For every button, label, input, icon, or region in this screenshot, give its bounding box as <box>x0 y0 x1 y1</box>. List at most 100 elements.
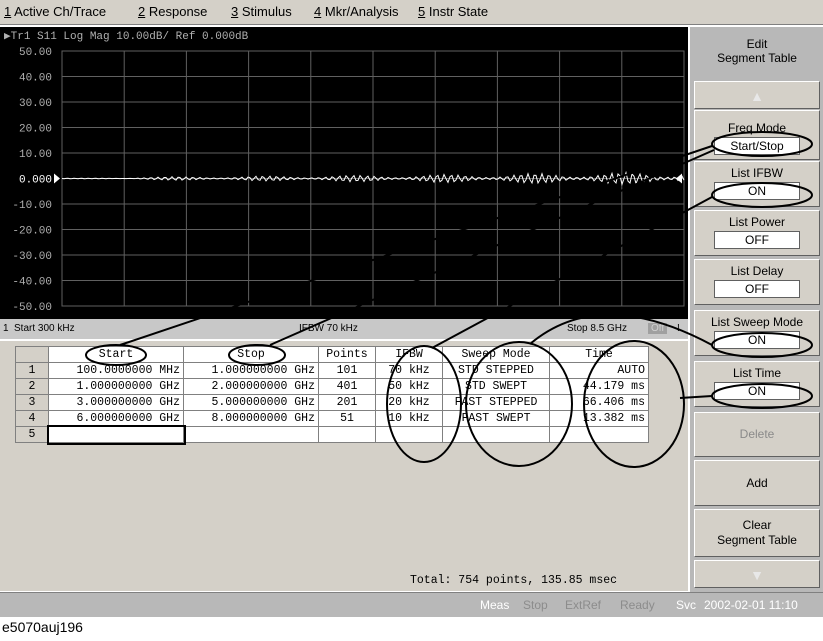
row-number: 2 <box>15 378 49 395</box>
cell-stop[interactable] <box>183 426 319 443</box>
row-number: 4 <box>15 410 49 427</box>
y-axis-tick-label: -20.00 <box>12 226 52 238</box>
freq-mode-label: Freq Mode <box>727 121 787 135</box>
instrument-status-bar: Meas Stop ExtRef Ready Svc 2002-02-01 11… <box>0 592 823 617</box>
cell-ifbw[interactable] <box>375 426 443 443</box>
channel-status-bar: 1 Start 300 kHz IFBW 70 kHz Stop 8.5 GHz… <box>0 319 688 339</box>
channel-number: 1 <box>3 323 9 334</box>
list-time-key[interactable]: List Time ON <box>694 361 820 407</box>
datetime: 2002-02-01 11:10 <box>704 598 798 612</box>
cell-ifbw[interactable]: 70 kHz <box>375 362 443 379</box>
triangle-up-icon: ▲ <box>750 88 764 104</box>
cell-start[interactable]: 6.000000000 GHz <box>48 410 184 427</box>
cell-points[interactable] <box>318 426 376 443</box>
list-delay-key[interactable]: List Delay OFF <box>694 259 820 305</box>
add-label: Add <box>746 476 768 490</box>
cell-sweep-mode[interactable]: STD SWEPT <box>442 378 550 395</box>
cell-time[interactable]: 13.382 ms <box>549 410 649 427</box>
off-indicator: Off <box>648 323 668 334</box>
cell-start[interactable]: 1.000000000 GHz <box>48 378 184 395</box>
list-time-value: ON <box>714 382 800 400</box>
cell-start[interactable]: 3.000000000 GHz <box>48 394 184 411</box>
cell-stop[interactable]: 1.000000000 GHz <box>183 362 319 379</box>
clear-label-line2: Segment Table <box>717 533 797 547</box>
trace-display: ▶Tr1 S11 Log Mag 10.00dB/ Ref 0.000dB 50… <box>0 27 688 319</box>
list-sweep-mode-key[interactable]: List Sweep Mode ON <box>694 310 820 356</box>
scroll-down-button[interactable]: ▼ <box>694 560 820 588</box>
cell-ifbw[interactable]: 10 kHz <box>375 410 443 427</box>
y-axis-tick-label: 40.00 <box>19 73 52 85</box>
y-axis-tick-label: 30.00 <box>19 98 52 110</box>
softkey-title: Edit Segment Table <box>694 29 820 79</box>
cell-ifbw[interactable]: 50 kHz <box>375 378 443 395</box>
menu-active-ch-trace[interactable]: 1 Active Ch/Trace <box>4 4 106 19</box>
segment-table-panel: Start Stop Points IFBW Sweep Mode Time 1… <box>0 341 688 591</box>
add-key[interactable]: Add <box>694 460 820 506</box>
cell-time[interactable]: 44.179 ms <box>549 378 649 395</box>
trace-plot: ▶Tr1 S11 Log Mag 10.00dB/ Ref 0.000dB 50… <box>4 31 685 314</box>
figure-caption: e5070auj196 <box>2 619 83 635</box>
menu-mkr-analysis[interactable]: 4 Mkr/Analysis <box>314 4 399 19</box>
cell-sweep-mode[interactable]: STD STEPPED <box>442 362 550 379</box>
list-ifbw-label: List IFBW <box>730 166 783 180</box>
list-ifbw-key[interactable]: List IFBW ON <box>694 161 820 207</box>
trace-header: ▶Tr1 S11 Log Mag 10.00dB/ Ref 0.000dB <box>4 31 249 43</box>
table-row[interactable]: 4 6.000000000 GHz 8.000000000 GHz 51 10 kHz F… <box>15 410 649 427</box>
meas-indicator: Meas <box>480 598 510 612</box>
list-time-label: List Time <box>732 366 781 380</box>
header-stop[interactable]: Stop <box>183 346 319 363</box>
list-power-key[interactable]: List Power OFF <box>694 210 820 256</box>
y-axis-tick-label: 50.00 <box>19 47 52 59</box>
cell-points[interactable]: 51 <box>318 410 376 427</box>
cell-stop[interactable]: 5.000000000 GHz <box>183 394 319 411</box>
cell-points[interactable]: 401 <box>318 378 376 395</box>
scroll-up-button[interactable]: ▲ <box>694 81 820 109</box>
softkey-panel: Edit Segment Table ▲ Freq Mode Start/Sto… <box>690 27 823 592</box>
cell-ifbw[interactable]: 20 kHz <box>375 394 443 411</box>
cell-sweep-mode[interactable]: FAST SWEPT <box>442 410 550 427</box>
header-start[interactable]: Start <box>48 346 184 363</box>
header-points[interactable]: Points <box>318 346 376 363</box>
freq-mode-value: Start/Stop <box>714 137 800 155</box>
row-number: 5 <box>15 426 49 443</box>
cell-points[interactable]: 101 <box>318 362 376 379</box>
cell-points[interactable]: 201 <box>318 394 376 411</box>
cell-time[interactable] <box>549 426 649 443</box>
extref-indicator: ExtRef <box>565 598 602 612</box>
row-number: 1 <box>15 362 49 379</box>
cell-time[interactable]: AUTO <box>549 362 649 379</box>
svc-indicator: Svc <box>676 598 697 612</box>
cell-stop[interactable]: 2.000000000 GHz <box>183 378 319 395</box>
header-sweep-mode[interactable]: Sweep Mode <box>442 346 550 363</box>
start-frequency: Start 300 kHz <box>14 323 75 334</box>
menu-instr-state[interactable]: 5 Instr State <box>418 4 488 19</box>
cell-sweep-mode[interactable] <box>442 426 550 443</box>
cell-sweep-mode[interactable]: FAST STEPPED <box>442 394 550 411</box>
list-ifbw-value: ON <box>714 182 800 200</box>
menu-bar: 1 Active Ch/Trace 2 Response 3 Stimulus … <box>0 0 823 25</box>
segment-table: Start Stop Points IFBW Sweep Mode Time 1… <box>15 346 649 445</box>
table-row[interactable]: 5 <box>15 424 649 445</box>
y-axis-tick-label: -30.00 <box>12 251 52 263</box>
clear-segment-table-key[interactable]: Clear Segment Table <box>694 509 820 557</box>
table-row[interactable]: 3 3.000000000 GHz 5.000000000 GHz 201 20 kHz… <box>15 394 649 411</box>
menu-stimulus[interactable]: 3 Stimulus <box>231 4 292 19</box>
total-summary: Total: 754 points, 135.85 msec <box>410 574 618 587</box>
cell-time[interactable]: 66.406 ms <box>549 394 649 411</box>
header-ifbw[interactable]: IFBW <box>375 346 443 363</box>
freq-mode-key[interactable]: Freq Mode Start/Stop <box>694 110 820 160</box>
corner-cell <box>15 346 49 363</box>
list-delay-label: List Delay <box>730 264 784 278</box>
cell-start[interactable]: 100.0000000 MHz <box>48 362 184 379</box>
table-row[interactable]: 1 100.0000000 MHz 1.000000000 GHz 101 70 kHz… <box>15 362 649 379</box>
list-power-value: OFF <box>714 231 800 249</box>
cell-stop[interactable]: 8.000000000 GHz <box>183 410 319 427</box>
stop-frequency: Stop 8.5 GHz <box>567 323 628 334</box>
table-row[interactable]: 2 1.000000000 GHz 2.000000000 GHz 401 50 kHz… <box>15 378 649 395</box>
header-time[interactable]: Time <box>549 346 649 363</box>
cell-start[interactable] <box>46 424 186 445</box>
list-sweep-mode-label: List Sweep Mode <box>710 315 804 329</box>
menu-response[interactable]: 2 Response <box>138 4 207 19</box>
y-axis-tick-label: -50.00 <box>12 302 52 314</box>
delete-key[interactable]: Delete <box>694 412 820 457</box>
